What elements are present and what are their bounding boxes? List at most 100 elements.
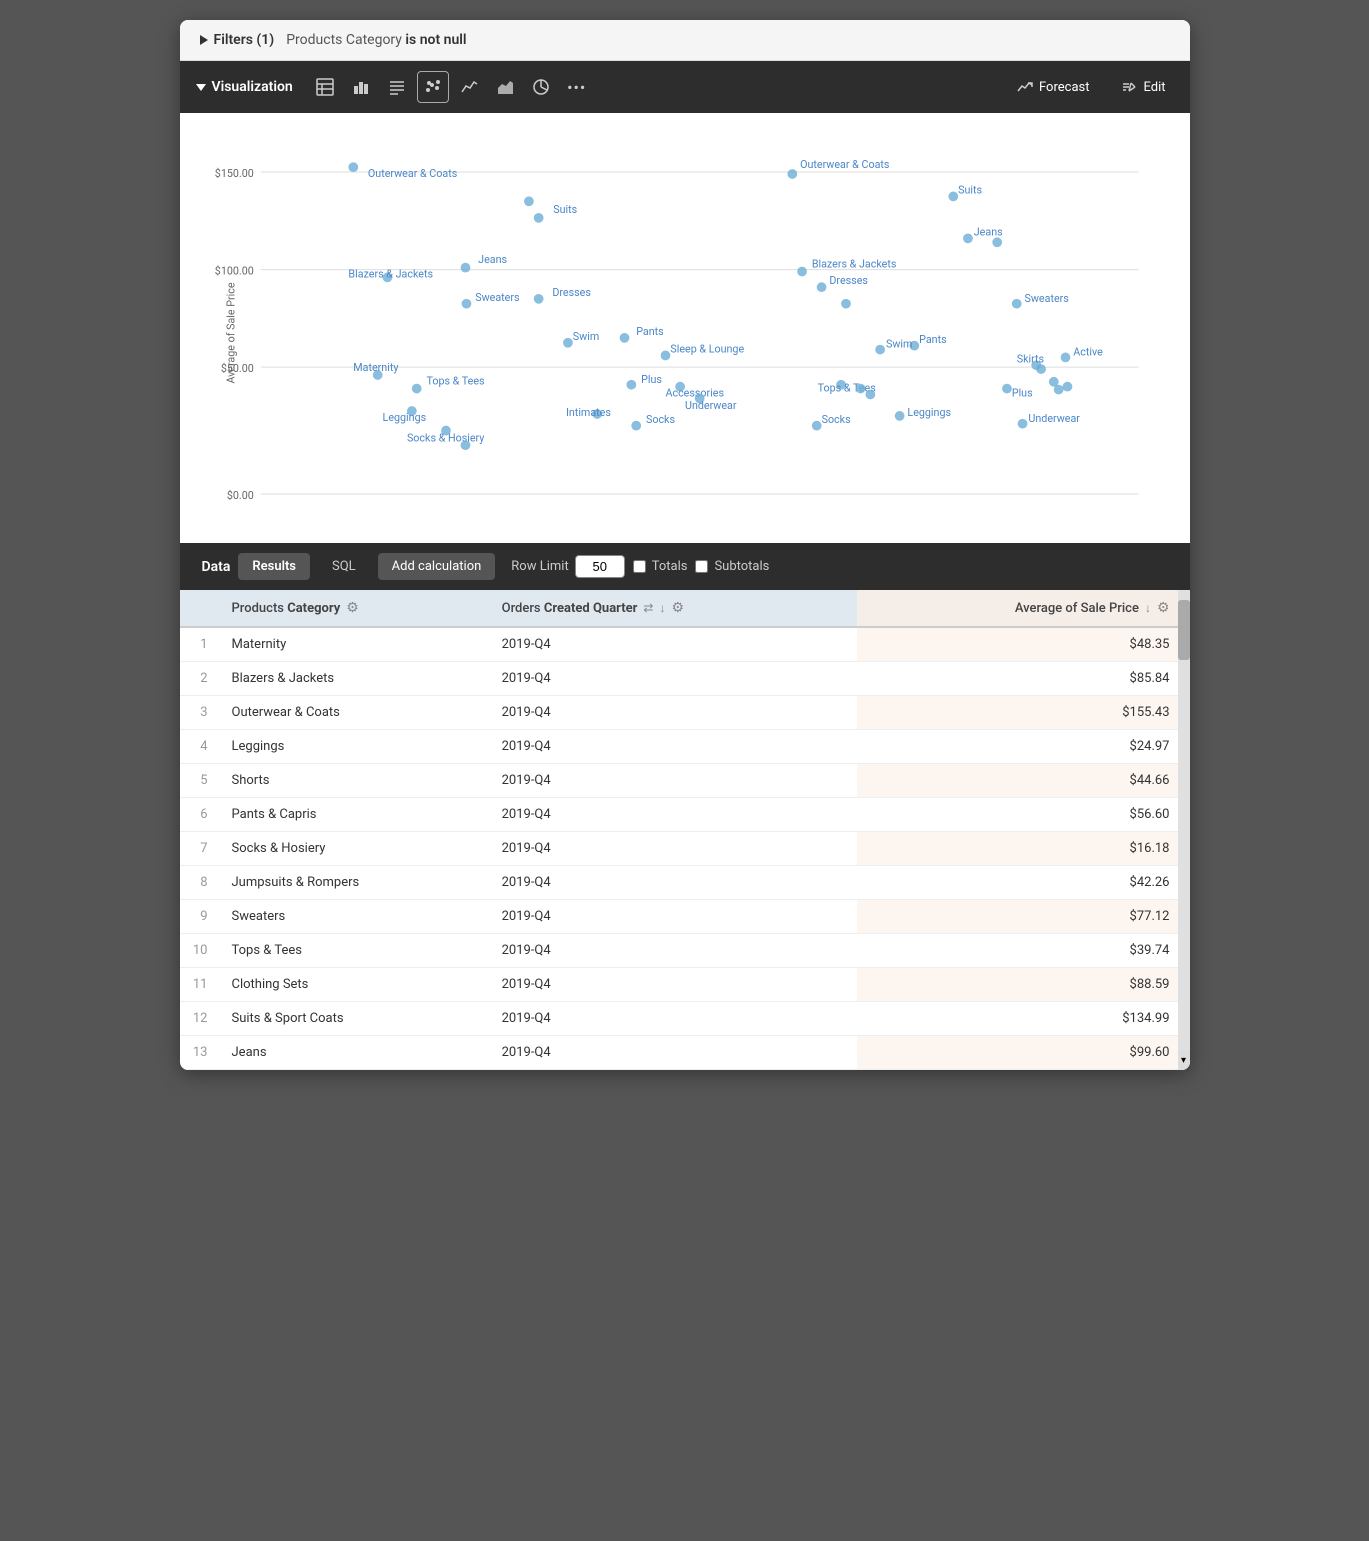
svg-text:Socks: Socks (821, 413, 850, 426)
table-row: 3 Outerwear & Coats 2019-Q4 $155.43 (180, 696, 1190, 730)
filter-field: Products Category (286, 32, 402, 48)
row-num-cell: 5 (180, 764, 220, 798)
viz-toolbar: Visualization (180, 61, 1190, 113)
filters-toggle[interactable]: Filters (1) (200, 32, 275, 48)
quarter-cell: 2019-Q4 (490, 1002, 858, 1036)
avg-price-header[interactable]: Average of Sale Price ↓ ⚙ (857, 590, 1189, 627)
sort-desc-icon[interactable]: ↓ (659, 601, 665, 615)
row-num-cell: 2 (180, 662, 220, 696)
svg-text:Underwear: Underwear (1028, 412, 1080, 425)
subtotals-label: Subtotals (714, 559, 769, 574)
viz-triangle-icon (196, 84, 206, 91)
row-limit-input[interactable] (575, 555, 625, 578)
svg-text:Jeans: Jeans (478, 253, 507, 266)
results-table: Products Category ⚙ Orders Created Quart… (180, 590, 1190, 1070)
scroll-down-button[interactable]: ▾ (1178, 1050, 1190, 1070)
row-num-cell: 11 (180, 968, 220, 1002)
quarter-cell: 2019-Q4 (490, 696, 858, 730)
row-num-cell: 6 (180, 798, 220, 832)
bar-chart-icon[interactable] (345, 71, 377, 103)
totals-checkbox[interactable] (633, 560, 646, 573)
table-row: 11 Clothing Sets 2019-Q4 $88.59 (180, 968, 1190, 1002)
svg-text:Outerwear & Coats: Outerwear & Coats (800, 158, 889, 171)
viz-icons-group: ••• (309, 71, 1001, 103)
avg-price-cell: $56.60 (857, 798, 1189, 832)
avg-price-cell: $88.59 (857, 968, 1189, 1002)
category-header[interactable]: Products Category ⚙ (220, 590, 490, 627)
table-body: 1 Maternity 2019-Q4 $48.35 2 Blazers & J… (180, 627, 1190, 1070)
filters-triangle-icon (200, 35, 208, 45)
svg-text:Jeans: Jeans (973, 225, 1002, 238)
avg-price-cell: $155.43 (857, 696, 1189, 730)
add-calculation-button[interactable]: Add calculation (378, 553, 496, 580)
row-num-header (180, 590, 220, 627)
category-cell: Shorts (220, 764, 490, 798)
data-toggle[interactable]: Data (196, 559, 231, 575)
totals-label: Totals (652, 559, 688, 574)
row-num-cell: 10 (180, 934, 220, 968)
edit-label: Edit (1143, 80, 1165, 95)
scroll-track[interactable] (1178, 590, 1190, 1050)
row-num-cell: 12 (180, 1002, 220, 1036)
forecast-button[interactable]: Forecast (1009, 75, 1097, 99)
line-icon[interactable] (453, 71, 485, 103)
tab-sql[interactable]: SQL (318, 553, 370, 580)
category-cell: Blazers & Jackets (220, 662, 490, 696)
table-row: 7 Socks & Hosiery 2019-Q4 $16.18 (180, 832, 1190, 866)
quarter-header[interactable]: Orders Created Quarter ⇄ ↓ ⚙ (490, 590, 858, 627)
svg-text:Sweaters: Sweaters (1024, 292, 1068, 305)
scatter-chart: Average of Sale Price $150.00 $100.00 $5… (190, 133, 1180, 533)
category-cell: Outerwear & Coats (220, 696, 490, 730)
avg-price-cell: $85.84 (857, 662, 1189, 696)
category-settings-icon[interactable]: ⚙ (346, 600, 359, 616)
subtotals-checkbox[interactable] (695, 560, 708, 573)
more-icon[interactable]: ••• (561, 71, 593, 103)
svg-text:Dresses: Dresses (829, 274, 868, 287)
area-icon[interactable] (489, 71, 521, 103)
row-limit-group: Row Limit (511, 555, 624, 578)
data-toolbar: Data Results SQL Add calculation Row Lim… (180, 543, 1190, 590)
table-row: 1 Maternity 2019-Q4 $48.35 (180, 627, 1190, 662)
quarter-cell: 2019-Q4 (490, 832, 858, 866)
scatter-icon[interactable] (417, 71, 449, 103)
svg-text:Active: Active (1073, 345, 1103, 358)
svg-text:Plus: Plus (1011, 386, 1032, 399)
category-cell: Tops & Tees (220, 934, 490, 968)
category-cell: Socks & Hosiery (220, 832, 490, 866)
scroll-indicator[interactable]: ▾ (1178, 590, 1190, 1070)
svg-text:Tops & Tees: Tops & Tees (426, 375, 484, 388)
quarter-cell: 2019-Q4 (490, 798, 858, 832)
svg-text:Pants: Pants (919, 333, 947, 346)
row-num-cell: 9 (180, 900, 220, 934)
svg-text:$0.00: $0.00 (226, 489, 253, 502)
tab-results[interactable]: Results (238, 553, 310, 580)
svg-text:Pants: Pants (636, 325, 664, 338)
table-row: 13 Jeans 2019-Q4 $99.60 (180, 1036, 1190, 1070)
viz-label: Visualization (212, 79, 293, 95)
table-icon[interactable] (309, 71, 341, 103)
avg-price-cell: $99.60 (857, 1036, 1189, 1070)
category-cell: Clothing Sets (220, 968, 490, 1002)
filter-operator: is not null (405, 32, 466, 48)
avg-price-sort-icon[interactable]: ↓ (1145, 601, 1151, 615)
row-num-cell: 4 (180, 730, 220, 764)
edit-button[interactable]: Edit (1113, 75, 1173, 99)
results-table-wrapper: Products Category ⚙ Orders Created Quart… (180, 590, 1190, 1070)
svg-text:Plus: Plus (641, 373, 662, 386)
viz-toggle[interactable]: Visualization (196, 79, 293, 95)
table-row: 12 Suits & Sport Coats 2019-Q4 $134.99 (180, 1002, 1190, 1036)
list-icon[interactable] (381, 71, 413, 103)
scroll-handle[interactable] (1178, 600, 1190, 660)
quarter-cell: 2019-Q4 (490, 662, 858, 696)
category-cell: Jumpsuits & Rompers (220, 866, 490, 900)
category-cell: Jeans (220, 1036, 490, 1070)
quarter-cell: 2019-Q4 (490, 866, 858, 900)
quarter-settings-icon[interactable]: ⚙ (671, 600, 684, 616)
avg-price-cell: $24.97 (857, 730, 1189, 764)
avg-price-cell: $16.18 (857, 832, 1189, 866)
pie-icon[interactable] (525, 71, 557, 103)
svg-text:Swim: Swim (572, 330, 598, 343)
category-cell: Maternity (220, 627, 490, 662)
filter-description: Products Category is not null (286, 32, 466, 48)
avg-price-settings-icon[interactable]: ⚙ (1157, 600, 1170, 616)
